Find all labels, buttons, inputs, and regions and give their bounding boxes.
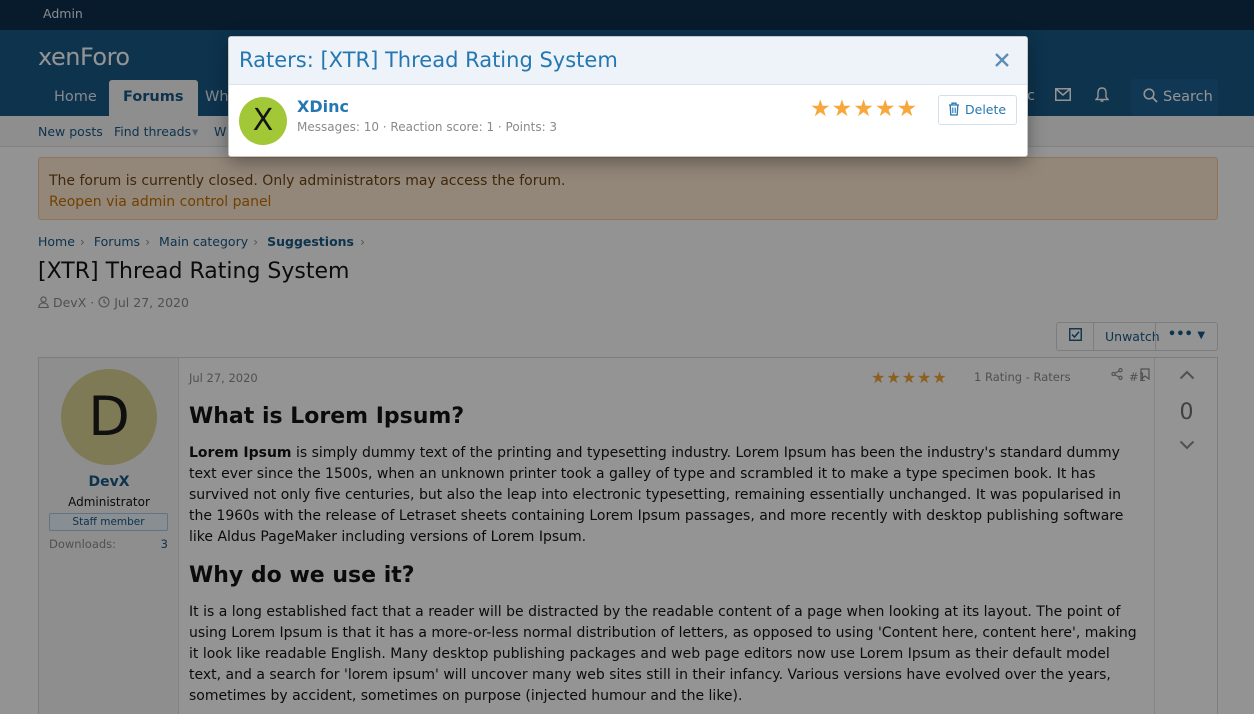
- delete-button[interactable]: Delete: [938, 95, 1017, 125]
- close-icon[interactable]: [989, 47, 1015, 73]
- rater-rating-stars: ★★★★★: [810, 96, 919, 122]
- modal-title: Raters: [XTR] Thread Rating System: [239, 48, 618, 72]
- raters-modal: Raters: [XTR] Thread Rating System X XDi…: [228, 36, 1028, 157]
- rater-stats: Messages: 10 · Reaction score: 1 · Point…: [297, 120, 558, 134]
- trash-icon: [949, 102, 959, 116]
- rater-username[interactable]: XDinc: [297, 97, 349, 116]
- rater-row: X XDinc Messages: 10 · Reaction score: 1…: [229, 85, 1027, 157]
- modal-header: Raters: [XTR] Thread Rating System: [229, 37, 1027, 85]
- delete-label: Delete: [965, 102, 1007, 117]
- avatar[interactable]: X: [239, 97, 287, 145]
